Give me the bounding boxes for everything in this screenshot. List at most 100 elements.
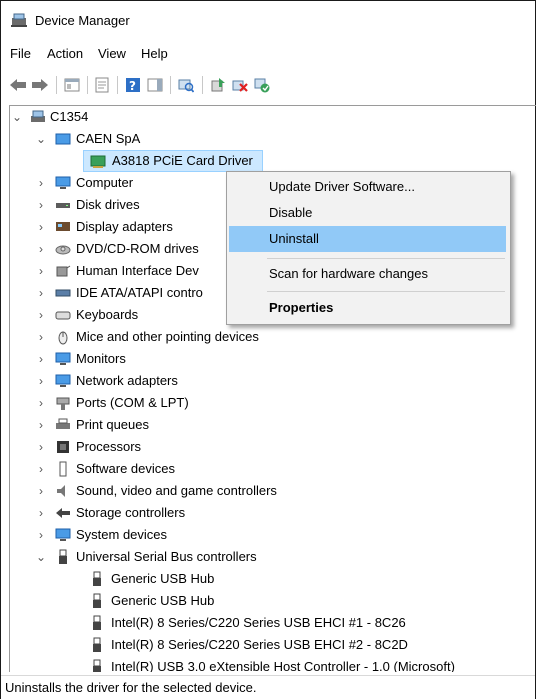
mouse-icon <box>55 329 71 345</box>
chevron-right-icon[interactable]: › <box>36 458 46 480</box>
monitor-icon <box>55 373 71 389</box>
keyboard-icon <box>55 307 71 323</box>
chevron-right-icon[interactable]: › <box>36 414 46 436</box>
chevron-right-icon[interactable]: › <box>36 194 46 216</box>
chevron-down-icon[interactable]: ⌄ <box>12 106 22 128</box>
ide-icon <box>55 285 71 301</box>
toolbar-separator <box>56 76 57 94</box>
storage-icon <box>55 505 71 521</box>
menu-separator <box>267 258 505 259</box>
scan-hardware-icon[interactable] <box>178 77 195 93</box>
menu-bar: File Action View Help <box>1 39 535 67</box>
enable-device-icon[interactable] <box>254 77 270 93</box>
tree-label: Ports (COM & LPT) <box>76 395 189 410</box>
menu-help[interactable]: Help <box>141 46 168 61</box>
chevron-right-icon[interactable]: › <box>36 348 46 370</box>
title-bar: Device Manager <box>1 1 535 39</box>
tree-category[interactable]: › Monitors <box>10 348 530 370</box>
tree-category[interactable]: › Mice and other pointing devices <box>10 326 530 348</box>
back-arrow-icon[interactable] <box>9 77 26 93</box>
dvd-icon <box>55 241 71 257</box>
usb-icon <box>89 659 105 672</box>
tree-label: Generic USB Hub <box>111 593 215 608</box>
chevron-right-icon[interactable]: › <box>36 502 46 524</box>
chevron-right-icon[interactable]: › <box>36 480 46 502</box>
tree-node-root[interactable]: ⌄ C1354 <box>10 106 310 128</box>
tree-category[interactable]: ⌄ Universal Serial Bus controllers <box>10 546 530 568</box>
tree-item[interactable]: Intel(R) 8 Series/C220 Series USB EHCI #… <box>10 634 530 656</box>
uninstall-device-icon[interactable] <box>232 77 248 93</box>
chevron-right-icon[interactable]: › <box>36 172 46 194</box>
tree-label: Keyboards <box>76 307 139 322</box>
toolbar-separator <box>202 76 203 94</box>
show-hide-console-tree-icon[interactable] <box>64 77 80 93</box>
tree-category[interactable]: › Ports (COM & LPT) <box>10 392 530 414</box>
tree-item[interactable]: Intel(R) 8 Series/C220 Series USB EHCI #… <box>10 612 530 634</box>
tree-category-caen[interactable]: ⌄ CAEN SpA <box>10 128 310 150</box>
chevron-right-icon[interactable]: › <box>36 260 46 282</box>
device-manager-window: Device Manager File Action View Help ? ⌄… <box>0 0 536 699</box>
menu-item-disable[interactable]: Disable <box>229 200 506 226</box>
sound-icon <box>55 483 71 499</box>
action-pane-icon[interactable] <box>147 77 163 93</box>
tree-label: A3818 PCiE Card Driver <box>112 153 253 168</box>
menu-item-update-driver[interactable]: Update Driver Software... <box>229 174 506 200</box>
menu-item-label: Properties <box>269 300 334 315</box>
status-bar: Uninstalls the driver for the selected d… <box>1 675 535 699</box>
tree-label: Monitors <box>76 351 126 366</box>
menu-item-label: Scan for hardware changes <box>269 266 428 281</box>
device-card-icon <box>55 131 71 147</box>
menu-action[interactable]: Action <box>47 46 83 61</box>
tree-item[interactable]: Generic USB Hub <box>10 590 530 612</box>
chevron-right-icon[interactable]: › <box>36 282 46 304</box>
tree-category[interactable]: › Network adapters <box>10 370 530 392</box>
chevron-down-icon[interactable]: ⌄ <box>36 128 46 150</box>
tree-item[interactable]: Intel(R) USB 3.0 eXtensible Host Control… <box>10 656 530 672</box>
tree-category[interactable]: › Print queues <box>10 414 530 436</box>
properties-sheet-icon[interactable] <box>94 77 110 93</box>
monitor-icon <box>55 351 71 367</box>
forward-arrow-icon[interactable] <box>31 77 48 93</box>
window-title: Device Manager <box>35 13 130 28</box>
tree-category[interactable]: › System devices <box>10 524 530 546</box>
chevron-right-icon[interactable]: › <box>36 392 46 414</box>
cpu-icon <box>55 439 71 455</box>
tree-label: Disk drives <box>76 197 140 212</box>
port-icon <box>55 395 71 411</box>
chevron-down-icon[interactable]: ⌄ <box>36 546 46 568</box>
toolbar-separator <box>170 76 171 94</box>
pci-card-icon <box>90 153 106 169</box>
menu-item-properties[interactable]: Properties <box>229 295 506 321</box>
tree-label: C1354 <box>50 109 89 124</box>
tree-category[interactable]: › Software devices <box>10 458 530 480</box>
chevron-right-icon[interactable]: › <box>36 524 46 546</box>
chevron-right-icon[interactable]: › <box>36 370 46 392</box>
chevron-right-icon[interactable]: › <box>36 238 46 260</box>
help-icon[interactable]: ? <box>125 77 141 93</box>
chevron-right-icon[interactable]: › <box>36 436 46 458</box>
update-driver-icon[interactable] <box>210 77 226 93</box>
tree-category[interactable]: › Storage controllers <box>10 502 530 524</box>
tree-label: Intel(R) USB 3.0 eXtensible Host Control… <box>111 659 455 672</box>
device-manager-icon <box>10 12 28 28</box>
computer-tower-icon <box>30 109 46 125</box>
chevron-right-icon[interactable]: › <box>36 216 46 238</box>
tree-item[interactable]: Generic USB Hub <box>10 568 530 590</box>
chevron-right-icon[interactable]: › <box>36 326 46 348</box>
tree-category[interactable]: › Sound, video and game controllers <box>10 480 530 502</box>
tree-label: Intel(R) 8 Series/C220 Series USB EHCI #… <box>111 637 408 652</box>
tree-item-selected[interactable]: A3818 PCiE Card Driver <box>83 150 263 172</box>
menu-file[interactable]: File <box>10 46 31 61</box>
tree-label: CAEN SpA <box>76 131 141 146</box>
tree-label: Generic USB Hub <box>111 571 215 586</box>
tree-category[interactable]: › Processors <box>10 436 530 458</box>
menu-item-scan-hardware[interactable]: Scan for hardware changes <box>229 261 506 287</box>
tree-label: Human Interface Dev <box>76 263 199 278</box>
svg-text:?: ? <box>129 79 136 93</box>
menu-item-uninstall[interactable]: Uninstall <box>229 226 506 252</box>
chevron-right-icon[interactable]: › <box>36 304 46 326</box>
menu-view[interactable]: View <box>98 46 126 61</box>
disk-icon <box>55 197 71 213</box>
usb-icon <box>89 571 105 587</box>
tree-label: Sound, video and game controllers <box>76 483 277 498</box>
